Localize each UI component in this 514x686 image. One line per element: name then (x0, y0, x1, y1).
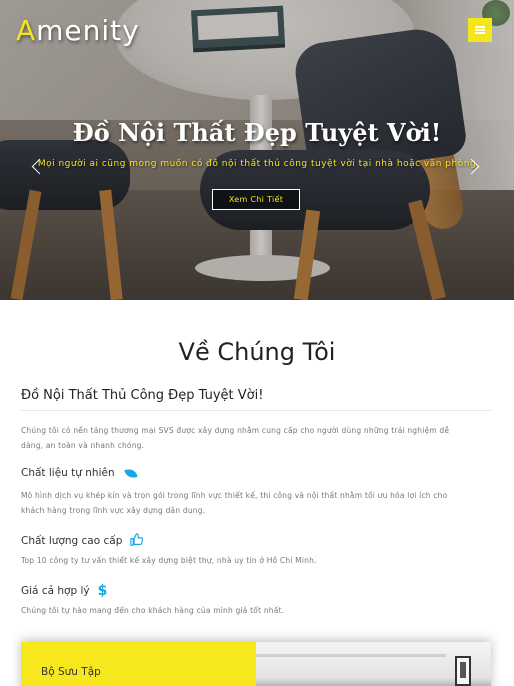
feature-title: Chất lượng cao cấp (21, 535, 123, 547)
collection-image (256, 642, 491, 686)
about-section-title: Về Chúng Tôi (178, 338, 336, 366)
shelf-image (256, 654, 446, 657)
logo-text: menity (36, 14, 140, 47)
collection-label-panel: Bộ Sưu Tập (21, 642, 256, 686)
chevron-right-icon[interactable] (466, 156, 480, 178)
feature-title: Giá cả hợp lý (21, 585, 90, 597)
feature-text: Top 10 công ty tư vấn thiết kế xây dựng … (21, 556, 317, 565)
feature-title: Chất liệu tự nhiên (21, 467, 115, 479)
dollar-icon: $ (97, 583, 108, 599)
feature-natural-materials: Chất liệu tự nhiên (21, 467, 139, 479)
view-details-button[interactable]: Xem Chi Tiết (212, 189, 300, 210)
divider (21, 410, 491, 411)
picture-frame-image (455, 656, 471, 686)
site-logo[interactable]: Amenity (16, 14, 140, 47)
menu-button[interactable] (468, 18, 492, 42)
hero-slider: Amenity Đồ Nội Thất Đẹp Tuyệt Vời! Mọi n… (0, 0, 514, 300)
about-intro-text: Chúng tôi có nền tảng thương mại SVS đượ… (21, 426, 450, 450)
feature-premium-quality: Chất lượng cao cấp (21, 533, 144, 549)
logo-first-letter: A (16, 14, 37, 47)
hamburger-menu-icon (475, 26, 485, 34)
hero-subtitle: Mọi người ai cũng mong muốn có đồ nội th… (37, 159, 477, 169)
chevron-left-icon[interactable] (30, 156, 44, 178)
feature-text: Mô hình dịch vụ khép kín và trọn gói tro… (21, 491, 448, 515)
collection-label: Bộ Sưu Tập (41, 666, 101, 678)
feature-fair-price: Giá cả hợp lý $ (21, 583, 107, 599)
hero-title: Đồ Nội Thất Đẹp Tuyệt Vời! (72, 118, 442, 147)
thumbs-up-icon (130, 533, 144, 549)
feature-text: Chúng tôi tự hào mang đến cho khách hàng… (21, 606, 285, 615)
about-heading: Đồ Nội Thất Thủ Công Đẹp Tuyệt Vời! (21, 388, 264, 403)
collection-card[interactable]: Bộ Sưu Tập (21, 642, 491, 686)
leaf-icon (123, 467, 139, 479)
